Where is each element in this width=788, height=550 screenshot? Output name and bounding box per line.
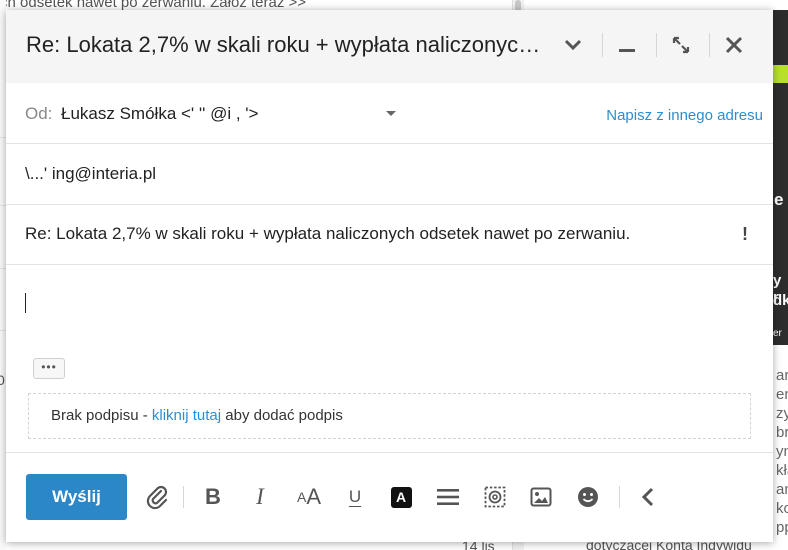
- insert-image-button[interactable]: [528, 484, 554, 510]
- from-select[interactable]: Łukasz Smółka <' '' @i , '>: [61, 104, 258, 124]
- chevron-left-icon: [641, 487, 654, 507]
- send-button[interactable]: Wyślij: [26, 474, 127, 520]
- add-signature-link[interactable]: kliknij tutaj: [152, 407, 221, 424]
- attach-button[interactable]: [144, 484, 170, 510]
- paperclip-icon: [146, 485, 168, 510]
- minimize-button[interactable]: [614, 32, 640, 58]
- background-ad-letter: dk: [773, 292, 788, 309]
- image-icon: [530, 487, 552, 507]
- from-field: Od: Łukasz Smółka <' '' @i , '> Napisz z…: [6, 83, 773, 144]
- text-cursor: [25, 293, 26, 313]
- align-button[interactable]: [435, 484, 461, 510]
- priority-icon[interactable]: !: [742, 224, 748, 245]
- italic-button[interactable]: I: [247, 484, 273, 510]
- chevron-down-icon: [564, 39, 582, 51]
- underline-button[interactable]: U: [342, 484, 368, 510]
- collapse-button[interactable]: [560, 32, 586, 58]
- subject-field[interactable]: Re: Lokata 2,7% w skali roku + wypłata n…: [6, 205, 773, 265]
- from-label: Od:: [25, 104, 53, 123]
- text-color-button[interactable]: A: [388, 484, 414, 510]
- subject-input[interactable]: Re: Lokata 2,7% w skali roku + wypłata n…: [25, 224, 735, 244]
- at-sign-box-icon: [484, 486, 506, 508]
- signature-box: Brak podpisu - kliknij tutaj aby dodać p…: [28, 393, 751, 439]
- expand-icon: [672, 36, 690, 54]
- header-divider: [709, 33, 710, 57]
- smiley-icon: [578, 487, 598, 507]
- align-lines-icon: [437, 489, 459, 505]
- emoji-button[interactable]: [575, 484, 601, 510]
- minimize-icon: [619, 49, 635, 52]
- expand-button[interactable]: [668, 32, 694, 58]
- compose-window: Re: Lokata 2,7% w skali roku + wypłata n…: [6, 10, 773, 542]
- to-field[interactable]: \...' ing@interia.pl: [6, 144, 773, 205]
- dropdown-caret-icon[interactable]: [386, 111, 396, 116]
- recipient-chip[interactable]: \...' ing@interia.pl: [25, 164, 156, 184]
- message-body[interactable]: ••• Brak podpisu - kliknij tutaj aby dod…: [6, 265, 773, 450]
- signature-text: Brak podpisu - kliknij tutaj aby dodać p…: [51, 407, 343, 424]
- close-icon: [725, 36, 743, 54]
- toolbar-divider: [619, 486, 620, 508]
- compose-header: Re: Lokata 2,7% w skali roku + wypłata n…: [6, 10, 773, 83]
- font-size-button[interactable]: AA: [294, 484, 324, 510]
- background-count: 0: [0, 372, 5, 388]
- close-button[interactable]: [721, 32, 747, 58]
- toolbar-divider: [183, 486, 184, 508]
- background-ad-letter: e: [774, 190, 784, 209]
- insert-email-button[interactable]: [482, 484, 508, 510]
- header-divider: [602, 33, 603, 57]
- alternate-sender-link[interactable]: Napisz z innego adresu: [606, 107, 763, 124]
- background-ad-letter: er: [773, 328, 782, 339]
- header-divider: [656, 33, 657, 57]
- collapse-toolbar-button[interactable]: [635, 484, 661, 510]
- compose-title: Re: Lokata 2,7% w skali roku + wypłata n…: [26, 32, 546, 57]
- background-article-text: ara en zy bro ym kła an ko ppr: [776, 367, 788, 536]
- compose-toolbar: Wyślij B I AA U A: [6, 452, 773, 542]
- show-quoted-button[interactable]: •••: [33, 358, 65, 379]
- bold-button[interactable]: B: [200, 484, 226, 510]
- text-color-icon: A: [390, 486, 412, 508]
